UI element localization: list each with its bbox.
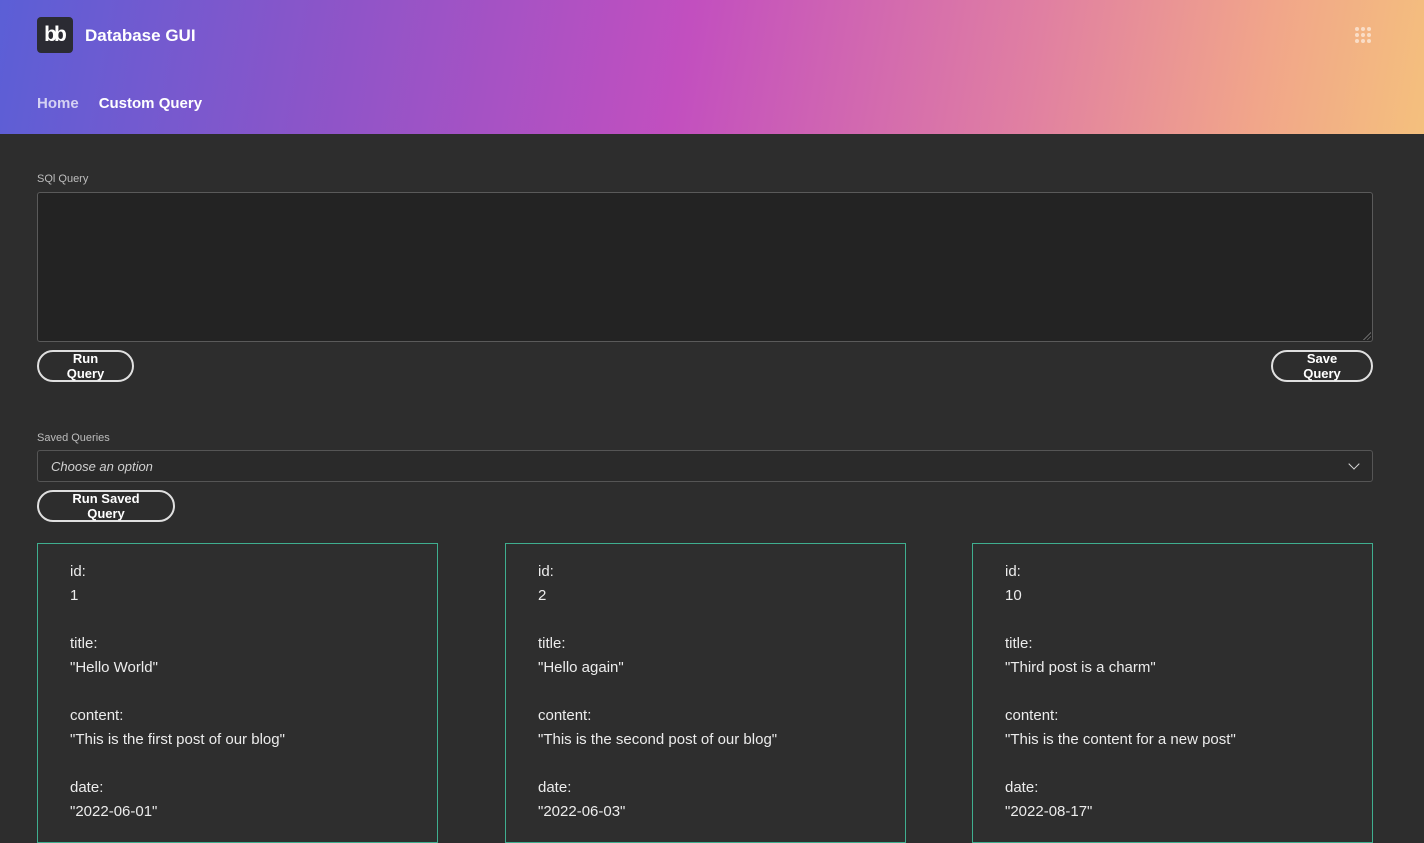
field-date: date: "2022-06-03" (538, 776, 625, 824)
chevron-down-icon (1348, 458, 1360, 470)
field-value: "Third post is a charm" (1005, 659, 1156, 676)
field-value: "This is the second post of our blog" (538, 731, 778, 748)
select-value: Choose an option (51, 459, 153, 474)
app-logo[interactable]: bb (37, 17, 73, 53)
saved-queries-select[interactable]: Choose an option (37, 450, 1373, 482)
field-label: date: (70, 779, 104, 796)
field-value: "2022-06-01" (70, 803, 158, 820)
field-label: id: (70, 563, 86, 580)
field-value: 1 (70, 587, 79, 604)
field-label: title: (70, 635, 98, 652)
field-content: content: "This is the content for a new … (1005, 704, 1236, 752)
result-card: id: 2 title: "Hello again" content: "Thi… (505, 543, 906, 843)
sql-query-input[interactable] (37, 192, 1373, 342)
apps-grid-icon[interactable] (1355, 27, 1371, 43)
field-value: 2 (538, 587, 547, 604)
field-value: "This is the content for a new post" (1005, 731, 1236, 748)
field-label: date: (538, 779, 572, 796)
field-value: "2022-06-03" (538, 803, 626, 820)
app-title: Database GUI (85, 26, 196, 45)
sql-query-label: SQl Query (37, 173, 89, 185)
textarea-resize-handle[interactable] (1362, 331, 1371, 340)
field-id: id: 2 (538, 560, 554, 608)
field-value: "Hello again" (538, 659, 624, 676)
field-value: "2022-08-17" (1005, 803, 1093, 820)
field-content: content: "This is the second post of our… (538, 704, 777, 752)
field-label: id: (538, 563, 554, 580)
save-query-button[interactable]: Save Query (1271, 350, 1373, 382)
field-label: content: (70, 707, 124, 724)
field-title: title: "Hello again" (538, 632, 624, 680)
field-label: content: (1005, 707, 1059, 724)
run-saved-query-button[interactable]: Run Saved Query (37, 490, 175, 522)
field-value: 10 (1005, 587, 1022, 604)
field-date: date: "2022-06-01" (70, 776, 157, 824)
field-value: "This is the first post of our blog" (70, 731, 285, 748)
nav-link-custom-query[interactable]: Custom Query (99, 95, 202, 112)
app-header: bb Database GUI Home Custom Query (0, 0, 1424, 134)
field-label: content: (538, 707, 592, 724)
field-id: id: 1 (70, 560, 86, 608)
logo-text: bb (44, 23, 67, 46)
field-label: date: (1005, 779, 1039, 796)
field-value: "Hello World" (70, 659, 158, 676)
field-label: title: (1005, 635, 1033, 652)
nav-link-home[interactable]: Home (37, 95, 79, 112)
saved-queries-label: Saved Queries (37, 432, 110, 444)
field-label: id: (1005, 563, 1021, 580)
field-date: date: "2022-08-17" (1005, 776, 1092, 824)
top-nav: Home Custom Query (37, 95, 202, 112)
field-content: content: "This is the first post of our … (70, 704, 285, 752)
field-title: title: "Hello World" (70, 632, 158, 680)
result-card: id: 1 title: "Hello World" content: "Thi… (37, 543, 438, 843)
field-id: id: 10 (1005, 560, 1022, 608)
field-title: title: "Third post is a charm" (1005, 632, 1156, 680)
result-card: id: 10 title: "Third post is a charm" co… (972, 543, 1373, 843)
run-query-button[interactable]: Run Query (37, 350, 134, 382)
field-label: title: (538, 635, 566, 652)
